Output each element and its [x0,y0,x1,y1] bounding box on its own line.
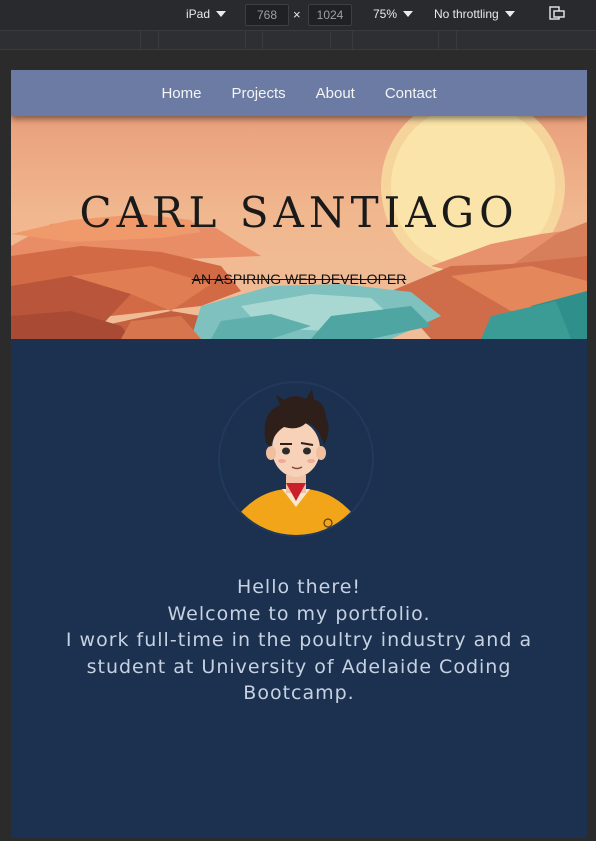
page-viewport: Home Projects About Contact CARL SANTIAG… [11,70,587,838]
rotate-icon[interactable] [549,6,565,20]
chevron-down-icon [216,11,227,17]
devtools-toolbar: iPad 768 × 1024 75% No throttling [0,0,596,30]
avatar [218,381,374,537]
hero-banner: CARL SANTIAGO AN ASPIRING WEB DEVELOPER [11,116,587,339]
nav-home-link[interactable]: Home [161,85,201,102]
zoom-label: 75% [373,7,398,21]
intro-line: Welcome to my portfolio. [167,602,431,625]
throttling-label: No throttling [434,7,499,21]
devtools-ruler [0,30,596,50]
device-select[interactable]: iPad [186,7,227,21]
hero-subtitle: AN ASPIRING WEB DEVELOPER [191,271,407,287]
device-label: iPad [186,7,211,21]
intro-line: student at University of Adelaide Coding [86,655,512,678]
intro-line: I work full-time in the poultry industry… [65,629,533,651]
height-input[interactable]: 1024 [308,4,352,26]
zoom-select[interactable]: 75% [373,7,414,21]
avatar-illustration-icon [240,389,352,535]
dimension-separator: × [293,7,301,22]
nav-contact-link[interactable]: Contact [385,85,437,102]
nav-about-link[interactable]: About [316,85,355,102]
intro-line: Bootcamp. [243,682,355,704]
chevron-down-icon [504,11,515,17]
chevron-down-icon [403,11,414,17]
hero-title: CARL SANTIAGO [79,188,519,237]
intro-line: Hello there! [236,576,362,598]
width-input[interactable]: 768 [245,4,289,26]
navbar: Home Projects About Contact [11,70,587,116]
nav-projects-link[interactable]: Projects [231,85,285,102]
intro-text: Hello there! Welcome to my portfolio. I … [11,574,587,707]
throttling-select[interactable]: No throttling [434,7,515,21]
